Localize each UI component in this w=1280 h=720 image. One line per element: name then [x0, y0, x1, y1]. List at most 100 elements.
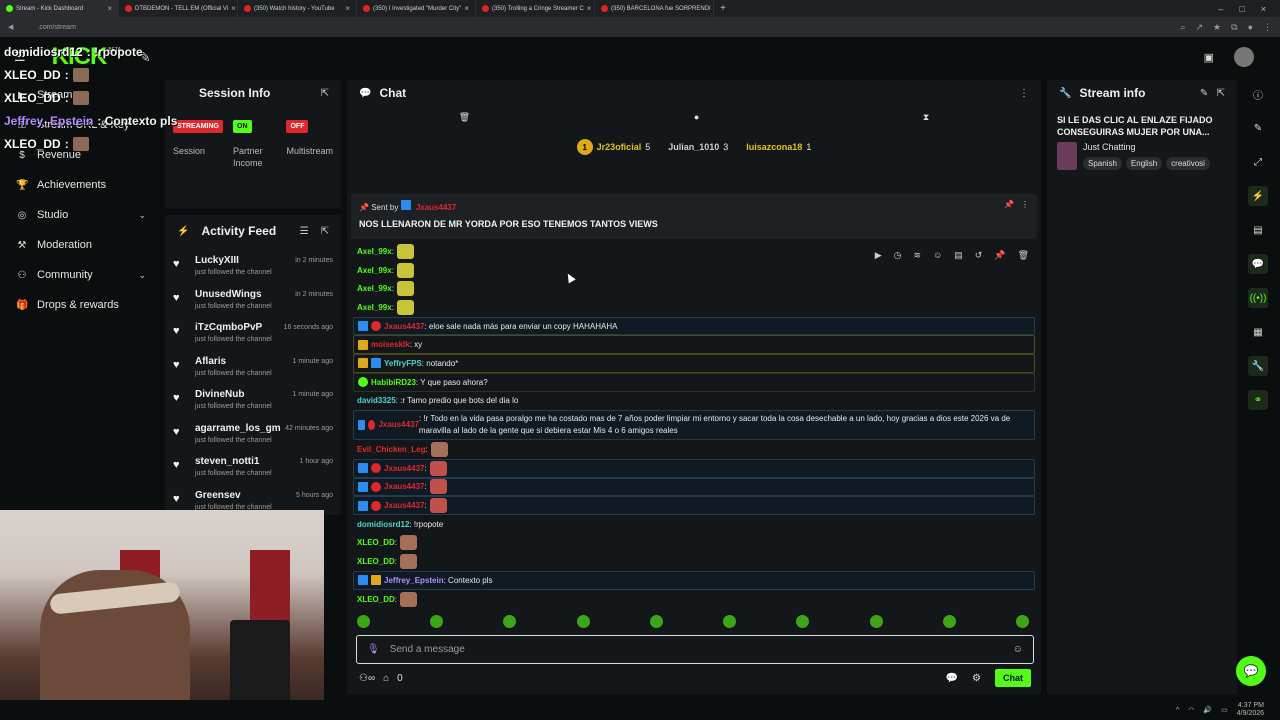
chat-username[interactable]: Jeffrey_Epstein: [384, 576, 444, 585]
top-chatter[interactable]: 1 Jr23oficial 5: [576, 139, 650, 155]
profile-icon[interactable]: ●: [1248, 22, 1253, 33]
stream-tag[interactable]: creativosi: [1166, 157, 1210, 170]
chat-input-placeholder[interactable]: Send a message: [390, 644, 465, 655]
chat-username[interactable]: Axel_99x: [357, 303, 392, 312]
popout-icon[interactable]: ⇱: [321, 88, 329, 99]
expand-icon[interactable]: ⤢: [1248, 152, 1268, 172]
close-tab-icon[interactable]: ×: [231, 4, 236, 13]
chat-menu-icon[interactable]: ⋮: [1019, 88, 1029, 99]
follower-name[interactable]: steven_notti1: [195, 456, 272, 467]
stack-icon[interactable]: ▦: [1248, 322, 1268, 342]
category-name[interactable]: Just Chatting: [1083, 142, 1210, 152]
browser-tab[interactable]: (350) I Investigated "Murder City" ×: [357, 0, 476, 17]
chat-username[interactable]: Evil_Chicken_Leg: [357, 445, 425, 454]
chat-username[interactable]: XLEO_DD: [357, 595, 395, 604]
users-icon[interactable]: ⚇∞: [359, 673, 375, 684]
url-text[interactable]: .com/stream: [37, 24, 76, 31]
new-tab-button[interactable]: +: [714, 3, 732, 14]
sidebar-item[interactable]: ⚇ Community ⌄: [0, 260, 160, 290]
trash-icon[interactable]: 🗑: [459, 112, 470, 123]
category-thumbnail[interactable]: [1057, 142, 1077, 170]
chat-username[interactable]: Axel_99x: [357, 266, 392, 275]
close-tab-icon[interactable]: ×: [464, 4, 469, 13]
battery-icon[interactable]: ▭: [1221, 706, 1228, 714]
chat-username[interactable]: david3325: [357, 396, 396, 405]
address-bar[interactable]: ◀ .com/stream ⌕ ↗ ★ ⧉ ● ⋮: [0, 17, 1280, 37]
wallet-icon[interactable]: ▣: [1204, 51, 1214, 64]
chat-icon[interactable]: ●: [694, 112, 699, 122]
filter-icon[interactable]: ☰: [300, 226, 309, 237]
pinned-message[interactable]: 📌 Sent by Jxaus4437 📌 ⋮ NOS LLENARON DE …: [351, 194, 1037, 239]
follower-name[interactable]: agarrame_los_gm: [195, 423, 281, 434]
info-icon[interactable]: ⓘ: [1248, 84, 1268, 104]
user-avatar[interactable]: [1234, 47, 1254, 67]
follower-name[interactable]: iTzCqmboPvP: [195, 322, 272, 333]
chat-username[interactable]: XLEO_DD: [357, 538, 395, 547]
chat-username[interactable]: Jxaus4437: [384, 322, 424, 331]
notes-icon[interactable]: ▤: [1248, 220, 1268, 240]
chat-icon[interactable]: 💬: [1248, 254, 1268, 274]
broadcast-icon[interactable]: ((•)): [1248, 288, 1268, 308]
chat-username[interactable]: Jxaus4437: [384, 501, 424, 510]
quick-emote-button[interactable]: [576, 615, 590, 628]
quick-emote-button[interactable]: [357, 615, 370, 628]
close-window-icon[interactable]: ×: [1261, 4, 1266, 14]
browser-menu-icon[interactable]: ⋮: [1263, 22, 1272, 33]
quick-emote-button[interactable]: [942, 615, 956, 628]
stream-tag[interactable]: Spanish: [1083, 157, 1122, 170]
close-tab-icon[interactable]: ×: [107, 4, 112, 13]
quick-emote-button[interactable]: [430, 615, 444, 628]
quick-emote-button[interactable]: [869, 615, 883, 628]
volume-icon[interactable]: 🔊: [1203, 706, 1212, 714]
support-chat-button[interactable]: 💬: [1236, 656, 1266, 686]
top-chatter[interactable]: luisazcona18 1: [746, 142, 811, 152]
edit-icon[interactable]: ✎: [1248, 118, 1268, 138]
browser-tab[interactable]: (350) BARCELONA fue SORPRENDI×: [595, 0, 714, 17]
chat-username[interactable]: Jxaus4437: [384, 482, 424, 491]
chat-username[interactable]: Jxaus4437: [378, 419, 418, 431]
chat-username[interactable]: moisesklk: [371, 340, 410, 349]
chat-send-button[interactable]: Chat: [995, 669, 1031, 687]
quick-emote-button[interactable]: [796, 615, 810, 628]
chat-username[interactable]: Axel_99x: [357, 284, 392, 293]
chevron-down-icon[interactable]: ⌄: [138, 270, 146, 281]
pinned-user[interactable]: Jxaus4437: [416, 203, 456, 212]
close-tab-icon[interactable]: ×: [587, 4, 592, 13]
follower-name[interactable]: Aflaris: [195, 356, 272, 367]
stream-tag[interactable]: English: [1125, 157, 1163, 170]
follower-name[interactable]: DivineNub: [195, 389, 272, 400]
wrench-icon[interactable]: 🔧: [1248, 356, 1268, 376]
gear-icon[interactable]: ⚙: [972, 673, 981, 684]
popout-icon[interactable]: ⇱: [321, 226, 329, 237]
browser-tab[interactable]: Stream - Kick Dashboard ×: [0, 0, 119, 17]
follower-name[interactable]: LuckyXIII: [195, 255, 272, 266]
share-icon[interactable]: ↗: [1196, 22, 1204, 33]
edit-icon[interactable]: ✎ ⇱: [1200, 88, 1225, 99]
emoji-icon[interactable]: ☺: [1013, 644, 1023, 655]
hourglass-icon[interactable]: ⧗: [923, 112, 929, 123]
minimize-icon[interactable]: –: [1218, 4, 1223, 14]
chevron-down-icon[interactable]: ⌄: [138, 210, 146, 221]
back-icon[interactable]: ◀: [8, 23, 13, 31]
sidebar-item[interactable]: 🏆 Achievements: [0, 170, 160, 200]
browser-tab[interactable]: DTBDEMON - TELL EM (Official Vi ×: [119, 0, 238, 17]
maximize-icon[interactable]: □: [1239, 4, 1244, 14]
browser-tab[interactable]: (350) Trolling a Cringe Streamer C ×: [476, 0, 595, 17]
nodes-icon[interactable]: ⚭: [1248, 390, 1268, 410]
chevron-up-icon[interactable]: ^: [1176, 707, 1179, 714]
follower-name[interactable]: Greensev: [195, 490, 272, 501]
sidebar-item[interactable]: 🎁 Drops & rewards: [0, 290, 160, 320]
quick-emote-button[interactable]: [503, 615, 517, 628]
chat-username[interactable]: domidiosrd12: [357, 520, 409, 529]
browser-tab[interactable]: (350) Watch history - YouTube ×: [238, 0, 357, 17]
quick-emote-button[interactable]: [723, 615, 737, 628]
unpin-icon[interactable]: 📌 ⋮: [1004, 200, 1029, 209]
wifi-icon[interactable]: ◠: [1188, 706, 1194, 714]
mic-icon[interactable]: 🎙: [367, 644, 380, 655]
chat-username[interactable]: YeffryFPS: [384, 359, 422, 368]
extensions-icon[interactable]: ⧉: [1231, 22, 1237, 33]
quick-emote-button[interactable]: [1015, 615, 1029, 628]
bookmark-star-icon[interactable]: ★: [1213, 22, 1221, 33]
quick-emote-button[interactable]: [649, 615, 663, 628]
chat-input[interactable]: 🎙 Send a message ☺: [356, 635, 1034, 664]
